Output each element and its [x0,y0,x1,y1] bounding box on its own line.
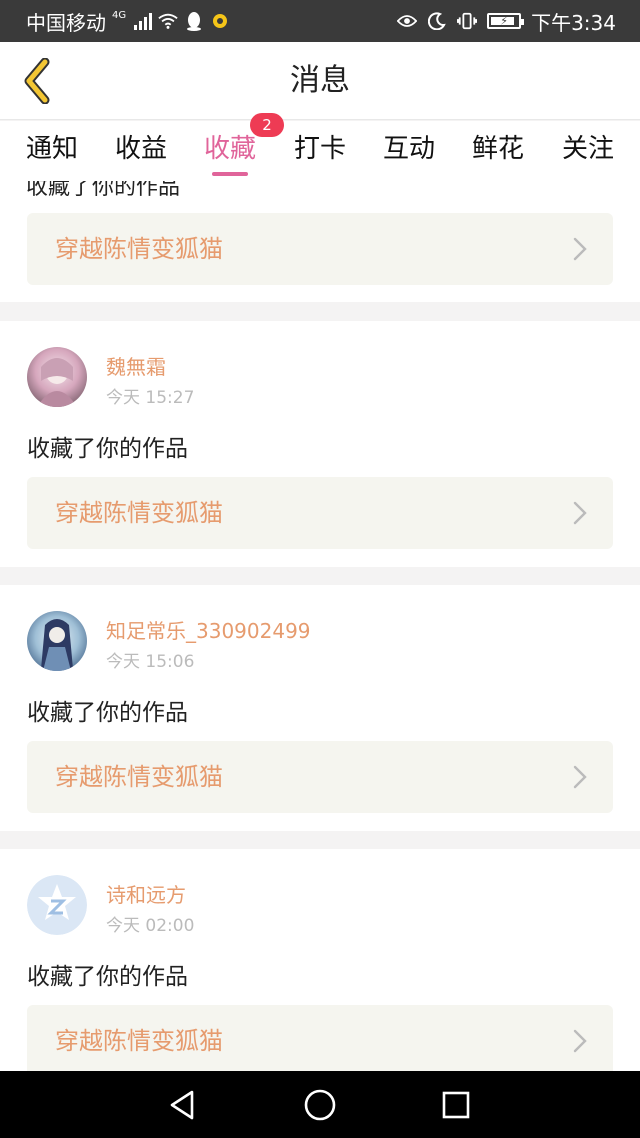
header-bar: 消息 [0,42,640,120]
favorites-count-badge: 2 [250,113,284,137]
timestamp: 今天 02:00 [106,916,195,936]
clock: 下午3:34 [531,10,616,35]
tab-checkin[interactable]: 打卡 [284,121,356,181]
username[interactable]: 知足常乐_330902499 [106,615,311,644]
chevron-right-icon [573,501,587,525]
active-tab-indicator [212,172,248,176]
message-card: 知足常乐_330902499 今天 15:06 收藏了你的作品 穿越陈情变狐猫 [0,585,640,831]
system-nav-bar [0,1071,640,1138]
chevron-right-icon [573,1029,587,1053]
chevron-left-icon [24,58,50,104]
status-right: ⚡ 下午3:34 [397,0,616,42]
message-card: 魏無霜 今天 15:27 收藏了你的作品 穿越陈情变狐猫 [0,321,640,567]
action-text: 收藏了你的作品 [27,436,188,462]
page-title: 消息 [290,63,350,98]
signal-icon [134,12,153,30]
action-text: 收藏了你的作品 [27,700,188,726]
avatar[interactable] [27,611,87,671]
action-text: 收藏了你的作品 [27,964,188,990]
status-bar: 中国移动 4G ⚡ 下午3:34 [0,0,640,42]
app-root: 中国移动 4G ⚡ 下午3:34 消息 通知 收益 收藏 打卡 互动 鲜花 关注… [0,0,640,1138]
work-title: 穿越陈情变狐猫 [55,235,223,263]
tab-earnings[interactable]: 收益 [105,121,177,181]
work-link[interactable]: 穿越陈情变狐猫 [27,213,613,285]
status-left: 中国移动 4G [26,0,230,42]
username[interactable]: 魏無霜 [106,351,166,380]
battery-icon: ⚡ [487,13,525,29]
work-link[interactable]: 穿越陈情变狐猫 [27,1005,613,1071]
tab-notifications[interactable]: 通知 [16,121,88,181]
work-title: 穿越陈情变狐猫 [55,499,223,527]
back-triangle-icon[interactable] [162,1085,202,1125]
vibrate-icon [457,11,478,31]
work-link[interactable]: 穿越陈情变狐猫 [27,741,613,813]
tab-flowers[interactable]: 鲜花 [462,121,534,181]
home-circle-icon[interactable] [300,1085,340,1125]
chevron-right-icon [573,237,587,261]
action-text: 收藏了你的作品 [26,181,181,200]
avatar[interactable] [27,347,87,407]
notification-icon [210,11,230,31]
tab-interaction[interactable]: 互动 [373,121,445,181]
recents-square-icon[interactable] [436,1085,476,1125]
work-title: 穿越陈情变狐猫 [55,1027,223,1055]
message-list[interactable]: 收藏了你的作品 穿越陈情变狐猫 魏無霜 今天 15:27 收藏了你的作品 穿越陈… [0,181,640,1071]
message-card: 诗和远方 今天 02:00 收藏了你的作品 穿越陈情变狐猫 [0,849,640,1071]
carrier-name: 中国移动 [26,10,106,35]
back-button[interactable] [12,54,62,108]
charging-bolt-icon: ⚡ [500,14,508,28]
qq-icon [184,11,204,31]
tab-follow[interactable]: 关注 [552,121,624,181]
eye-icon [397,11,418,31]
tab-bar: 通知 收益 收藏 打卡 互动 鲜花 关注 [0,121,640,181]
chevron-right-icon [573,765,587,789]
network-type: 4G [112,10,127,21]
work-link[interactable]: 穿越陈情变狐猫 [27,477,613,549]
work-title: 穿越陈情变狐猫 [55,763,223,791]
message-card-partial: 收藏了你的作品 穿越陈情变狐猫 [0,181,640,302]
avatar[interactable] [27,875,87,935]
moon-icon [427,11,447,31]
wifi-icon [158,11,178,31]
timestamp: 今天 15:27 [106,388,195,408]
timestamp: 今天 15:06 [106,652,195,672]
username[interactable]: 诗和远方 [106,879,186,908]
